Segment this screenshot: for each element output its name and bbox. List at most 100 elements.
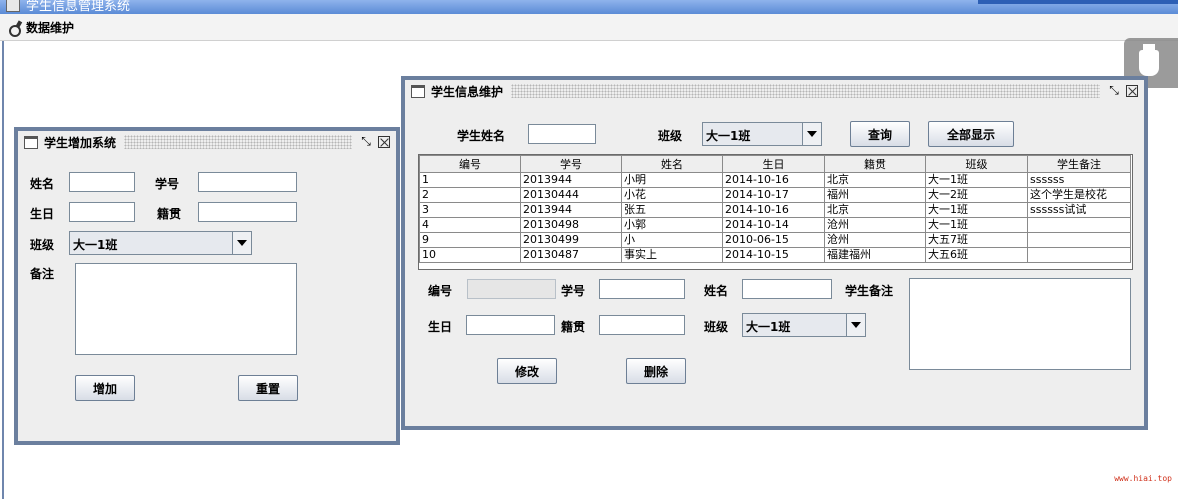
table-cell[interactable]: 20130487 — [520, 247, 622, 263]
restore-icon[interactable] — [360, 136, 372, 148]
table-cell[interactable]: 小花 — [621, 187, 723, 203]
table-cell[interactable]: 2013944 — [520, 172, 622, 188]
table-cell[interactable]: 20130499 — [520, 232, 622, 248]
table-cell[interactable]: 2014-10-16 — [722, 172, 825, 188]
table-header-row: 编号 学号 姓名 生日 籍贯 班级 学生备注 — [419, 155, 1131, 173]
table-cell[interactable] — [1027, 247, 1131, 263]
query-button[interactable]: 查询 — [850, 121, 910, 147]
menu-data-maintenance[interactable]: 数据维护 — [8, 19, 74, 37]
add-student-frame-titlebar[interactable]: 学生增加系统 — [18, 131, 396, 153]
maintenance-frame-titlebar[interactable]: 学生信息维护 — [405, 80, 1144, 102]
column-header[interactable]: 姓名 — [621, 155, 723, 173]
remarks-textarea[interactable] — [75, 263, 297, 355]
table-cell[interactable]: 2014-10-16 — [722, 202, 825, 218]
table-cell[interactable]: 大一1班 — [925, 217, 1028, 233]
table-cell[interactable]: 2 — [419, 187, 521, 203]
class-label: 班级 — [30, 238, 55, 252]
chevron-down-icon[interactable] — [802, 123, 821, 145]
edit-name-input[interactable] — [742, 279, 832, 299]
table-cell[interactable]: 20130498 — [520, 217, 622, 233]
table-cell[interactable]: ssssss试试 — [1027, 202, 1131, 218]
modify-button[interactable]: 修改 — [497, 358, 557, 384]
birthday-input[interactable] — [69, 202, 135, 222]
column-header[interactable]: 籍贯 — [824, 155, 926, 173]
remarks-label: 备注 — [30, 267, 55, 281]
key-icon — [8, 21, 22, 37]
search-name-input[interactable] — [528, 124, 596, 144]
table-cell[interactable] — [1027, 232, 1131, 248]
name-label: 姓名 — [30, 177, 55, 191]
edit-birthday-label: 生日 — [428, 320, 453, 334]
window-icon — [24, 135, 38, 149]
reset-button[interactable]: 重置 — [238, 375, 298, 401]
search-class-select[interactable]: 大一1班 — [702, 122, 822, 146]
table-cell[interactable]: 9 — [419, 232, 521, 248]
table-cell[interactable]: 2014-10-15 — [722, 247, 825, 263]
table-cell[interactable]: 小郭 — [621, 217, 723, 233]
table-cell[interactable]: 北京 — [824, 172, 926, 188]
table-cell[interactable]: 小 — [621, 232, 723, 248]
column-header[interactable]: 编号 — [419, 155, 521, 173]
table-cell[interactable]: 2014-10-14 — [722, 217, 825, 233]
maintenance-frame-title: 学生信息维护 — [431, 84, 504, 99]
table-cell[interactable]: 2013944 — [520, 202, 622, 218]
table-row[interactable]: 2 20130444 小花 2014-10-17 福州 大一2班 这个学生是校花 — [419, 187, 1131, 203]
table-cell[interactable]: 福建福州 — [824, 247, 926, 263]
table-cell[interactable]: 大一1班 — [925, 202, 1028, 218]
table-cell[interactable]: 沧州 — [824, 232, 926, 248]
table-cell[interactable]: 小明 — [621, 172, 723, 188]
table-cell[interactable]: 福州 — [824, 187, 926, 203]
edit-student-id-input[interactable] — [599, 279, 685, 299]
table-row[interactable]: 10 20130487 事实上 2014-10-15 福建福州 大五6班 — [419, 247, 1131, 263]
table-cell[interactable]: 这个学生是校花 — [1027, 187, 1131, 203]
chevron-down-icon[interactable] — [846, 314, 865, 336]
student-table: 编号 学号 姓名 生日 籍贯 班级 学生备注 1 2013944 小明 2014-10-16 北京大… — [419, 155, 1131, 263]
table-cell[interactable]: 大五7班 — [925, 232, 1028, 248]
table-row[interactable]: 4 20130498 小郭 2014-10-14 沧州 大一1班 — [419, 217, 1131, 233]
table-cell[interactable]: 4 — [419, 217, 521, 233]
table-cell[interactable]: 2014-10-17 — [722, 187, 825, 203]
table-cell[interactable]: 事实上 — [621, 247, 723, 263]
table-cell[interactable] — [1027, 217, 1131, 233]
table-row[interactable]: 3 2013944 张五 2014-10-16 北京 大一1班 ssssss试试 — [419, 202, 1131, 218]
table-row[interactable]: 9 20130499 小 2010-06-15 沧州 大五7班 — [419, 232, 1131, 248]
birthday-label: 生日 — [30, 207, 55, 221]
table-row[interactable]: 1 2013944 小明 2014-10-16 北京 大一1班 ssssss — [419, 172, 1131, 188]
add-button[interactable]: 增加 — [75, 375, 135, 401]
column-header[interactable]: 班级 — [925, 155, 1028, 173]
chevron-down-icon[interactable] — [232, 232, 251, 254]
class-select[interactable]: 大一1班 — [69, 231, 252, 255]
table-cell[interactable]: 大五6班 — [925, 247, 1028, 263]
table-cell[interactable]: ssssss — [1027, 172, 1131, 188]
column-header[interactable]: 学生备注 — [1027, 155, 1131, 173]
edit-origin-input[interactable] — [599, 315, 685, 335]
origin-input[interactable] — [198, 202, 297, 222]
edit-class-select[interactable]: 大一1班 — [742, 313, 866, 337]
student-id-input[interactable] — [198, 172, 297, 192]
table-cell[interactable]: 北京 — [824, 202, 926, 218]
table-cell[interactable]: 10 — [419, 247, 521, 263]
delete-button[interactable]: 删除 — [626, 358, 686, 384]
column-header[interactable]: 生日 — [722, 155, 825, 173]
table-cell[interactable]: 2010-06-15 — [722, 232, 825, 248]
class-select-value: 大一1班 — [73, 238, 118, 252]
table-cell[interactable]: 1 — [419, 172, 521, 188]
edit-name-label: 姓名 — [704, 284, 729, 298]
table-cell[interactable]: 20130444 — [520, 187, 622, 203]
edit-birthday-input[interactable] — [466, 315, 555, 335]
table-cell[interactable]: 3 — [419, 202, 521, 218]
origin-label: 籍贯 — [157, 207, 182, 221]
table-cell[interactable]: 大一2班 — [925, 187, 1028, 203]
column-header[interactable]: 学号 — [520, 155, 622, 173]
student-table-container: 编号 学号 姓名 生日 籍贯 班级 学生备注 1 2013944 小明 2014-10-16 北京大… — [418, 154, 1133, 270]
name-input[interactable] — [69, 172, 135, 192]
restore-icon[interactable] — [1108, 85, 1120, 97]
id-label: 编号 — [428, 284, 453, 298]
table-cell[interactable]: 沧州 — [824, 217, 926, 233]
edit-remarks-textarea[interactable] — [909, 278, 1131, 370]
table-cell[interactable]: 大一1班 — [925, 172, 1028, 188]
show-all-button[interactable]: 全部显示 — [928, 121, 1014, 147]
close-icon[interactable] — [1126, 85, 1138, 97]
table-cell[interactable]: 张五 — [621, 202, 723, 218]
close-icon[interactable] — [378, 136, 390, 148]
